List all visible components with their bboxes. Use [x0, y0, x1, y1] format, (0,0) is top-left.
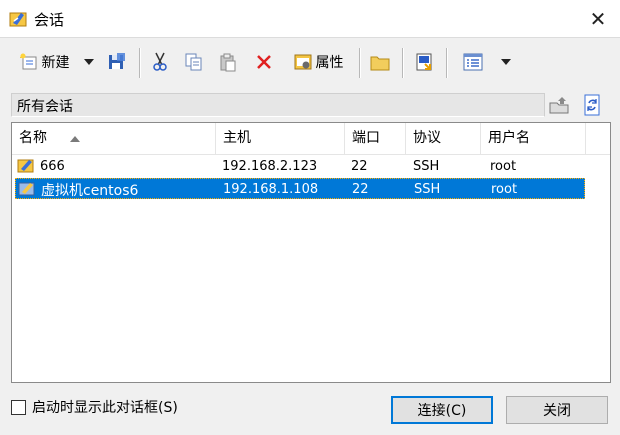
column-header-protocol[interactable]: 协议: [406, 123, 481, 154]
view-mode-button[interactable]: [459, 49, 487, 75]
session-name: 666: [40, 159, 65, 174]
dropdown-arrow-icon: [84, 59, 94, 65]
delete-button[interactable]: [252, 49, 276, 75]
column-header-protocol-label: 协议: [413, 130, 441, 146]
column-header-name-label: 名称: [19, 130, 47, 146]
delete-icon: [257, 55, 271, 69]
save-button[interactable]: [104, 49, 130, 75]
refresh-icon: [584, 94, 600, 116]
session-host: 192.168.1.108: [223, 182, 319, 197]
column-header-host-label: 主机: [223, 130, 251, 146]
connect-button[interactable]: 连接(C): [391, 396, 493, 424]
column-header-name[interactable]: 名称: [12, 123, 216, 154]
column-header-username-label: 用户名: [488, 130, 530, 146]
session-row-selected[interactable]: 虚拟机centos6 192.168.1.108 22 SSH root: [15, 178, 585, 199]
new-session-dropdown[interactable]: [82, 49, 96, 75]
properties-label: 属性: [315, 55, 344, 71]
toolbar-separator: [139, 48, 141, 78]
show-on-startup-label: 启动时显示此对话框(S): [32, 400, 178, 416]
session-row[interactable]: 666 192.168.2.123 22 SSH root: [15, 156, 585, 177]
new-session-button[interactable]: 新建: [10, 49, 78, 75]
up-folder-icon: [549, 97, 569, 114]
session-icon: [17, 159, 34, 173]
column-header-username[interactable]: 用户名: [481, 123, 586, 154]
cut-icon: [153, 52, 167, 71]
shortcut-icon: [416, 53, 432, 71]
properties-button[interactable]: 属性: [286, 49, 350, 75]
session-protocol: SSH: [413, 159, 440, 174]
toolbar-separator: [446, 48, 448, 78]
cut-button[interactable]: [148, 49, 172, 75]
session-host: 192.168.2.123: [222, 159, 318, 174]
refresh-button[interactable]: [580, 93, 604, 117]
session-icon: [18, 182, 35, 196]
new-session-label: 新建: [41, 55, 70, 71]
session-protocol: SSH: [414, 182, 441, 197]
properties-icon: [294, 54, 311, 70]
column-header-host[interactable]: 主机: [216, 123, 345, 154]
paste-icon: [220, 53, 236, 72]
toolbar-separator: [402, 48, 404, 78]
show-on-startup-option[interactable]: 启动时显示此对话框(S): [11, 397, 178, 417]
session-user: root: [491, 182, 518, 197]
copy-icon: [185, 53, 202, 71]
session-port: 22: [352, 182, 369, 197]
session-list-header: 名称 主机 端口 协议 用户名: [12, 123, 610, 155]
column-header-port-label: 端口: [352, 130, 380, 146]
dropdown-arrow-icon: [501, 59, 511, 65]
toolbar-separator: [359, 48, 361, 78]
close-window-button[interactable]: ✕: [582, 7, 614, 31]
session-list[interactable]: 名称 主机 端口 协议 用户名 666 192.168.2.123 22 SSH…: [11, 122, 611, 383]
column-header-port[interactable]: 端口: [345, 123, 406, 154]
create-shortcut-button[interactable]: [411, 49, 437, 75]
show-on-startup-checkbox[interactable]: [11, 399, 26, 415]
new-folder-button[interactable]: [367, 49, 393, 75]
close-button[interactable]: 关闭: [506, 396, 608, 424]
copy-button[interactable]: [182, 49, 206, 75]
folder-path-text: 所有会话: [17, 99, 73, 115]
folder-icon: [370, 56, 390, 71]
window-title: 会话: [34, 11, 65, 29]
session-app-icon: [9, 12, 27, 27]
view-icon: [463, 53, 483, 71]
title-bar: 会话 ✕: [0, 0, 620, 38]
sort-ascending-icon: [70, 136, 80, 142]
session-port: 22: [351, 159, 368, 174]
session-user: root: [490, 159, 517, 174]
view-mode-dropdown[interactable]: [498, 49, 514, 75]
save-icon: [109, 53, 125, 69]
up-folder-button[interactable]: [547, 93, 571, 117]
session-name: 虚拟机centos6: [41, 183, 139, 199]
new-session-icon: [19, 53, 36, 70]
folder-path-bar: 所有会话: [11, 93, 545, 117]
paste-button[interactable]: [216, 49, 240, 75]
toolbar: 新建 属性: [6, 44, 614, 82]
